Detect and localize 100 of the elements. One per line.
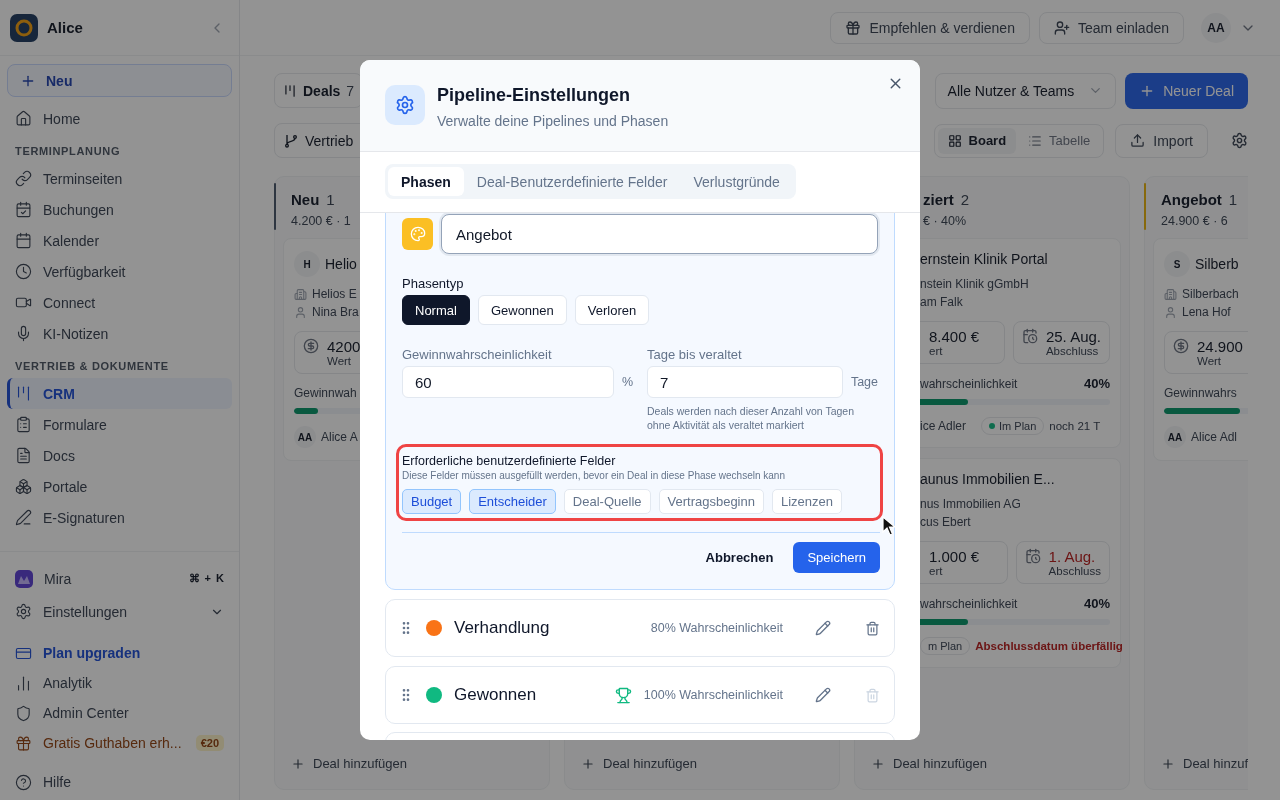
grid-icon <box>947 133 962 148</box>
nav-section-title: VERTRIEB & DOKUMENTE <box>14 359 170 374</box>
new-deal-button[interactable]: Neuer Deal <box>1125 72 1248 109</box>
person-icon <box>294 305 307 319</box>
save-button[interactable]: Speichern <box>793 542 880 573</box>
nav-item[interactable]: Portale <box>7 471 232 502</box>
nav-icon <box>15 603 32 620</box>
nav-item[interactable]: Home <box>7 103 232 134</box>
add-deal-button[interactable]: Deal hinzufügen <box>861 746 1123 781</box>
probability-value: 40% <box>1083 596 1110 611</box>
building-icon <box>1164 287 1177 301</box>
probability-input[interactable]: 60 <box>402 366 614 398</box>
dialog-tab[interactable]: Verlustgründe <box>680 167 793 196</box>
probability-label: Gewinnwahrs <box>1164 386 1237 400</box>
company-name: nstein Klinik gGmbH <box>920 277 1029 291</box>
nav-item[interactable]: Admin Center <box>7 698 232 728</box>
add-deal-button[interactable]: Deal hinzuf <box>1151 746 1248 781</box>
nav-item[interactable]: Plan upgraden <box>7 638 232 668</box>
phase-type-option[interactable]: Gewonnen <box>477 295 567 325</box>
nav-item[interactable]: Hilfe <box>7 767 232 797</box>
add-deal-button[interactable]: Deal hinzufügen <box>281 746 543 781</box>
contact-name: am Falk <box>920 295 963 309</box>
owner-avatar: AA <box>1164 426 1186 448</box>
probability-label: wahrscheinlichkeit <box>920 376 1018 391</box>
nav-icon <box>15 773 32 791</box>
deal-value: 24.900 <box>1197 338 1243 355</box>
nav-item[interactable]: Formulare <box>7 409 232 440</box>
owner-avatar: AA <box>294 426 316 448</box>
value-label: Wert <box>327 355 353 367</box>
dialog-subtitle: Verwalte deine Pipelines und Phasen <box>437 113 669 129</box>
field-chip[interactable]: Deal-Quelle <box>563 489 651 514</box>
nav-item[interactable]: Verfügbarkeit <box>7 256 232 287</box>
date-label: Abschluss <box>1048 565 1101 577</box>
nav-item[interactable]: Docs <box>7 440 232 471</box>
owner-filter[interactable]: Alle Nutzer & Teams <box>934 72 1117 109</box>
calendar-clock-icon <box>1024 548 1041 564</box>
contact-name: cus Ebert <box>920 515 971 529</box>
nav-item[interactable]: Analytik <box>7 668 232 698</box>
import-button[interactable]: Import <box>1115 123 1208 158</box>
dialog-tab[interactable]: Deal-Benutzerdefinierte Felder <box>463 167 681 196</box>
user-avatar[interactable]: AA <box>1201 12 1231 43</box>
nav-icon <box>15 447 32 464</box>
column-title: Neu <box>291 191 320 208</box>
plus-icon <box>871 756 885 771</box>
view-tab[interactable]: Board <box>937 127 1017 154</box>
field-chip[interactable]: Entscheider <box>469 489 556 514</box>
add-deal-button[interactable]: Deal hinzufügen <box>571 746 833 781</box>
list-icon <box>1028 133 1043 148</box>
top-button[interactable]: Team einladen <box>1038 11 1184 44</box>
nav-item[interactable]: Gratis Guthaben erh... €20 <box>7 728 232 758</box>
probability-label: wahrscheinlichkeit <box>920 596 1018 611</box>
view-tab[interactable]: Tabelle <box>1018 127 1101 154</box>
nav-icon <box>15 704 32 722</box>
field-chip[interactable]: Lizenzen <box>771 489 842 514</box>
help-text: Deals werden nach dieser Anzahl von Tagen ohne Aktivität als veraltet markiert <box>647 404 856 432</box>
settings-icon[interactable] <box>1231 132 1248 149</box>
cancel-button[interactable]: Abbrechen <box>693 542 786 573</box>
nav-icon <box>15 674 32 692</box>
color-picker-button[interactable] <box>402 218 433 250</box>
nav-item[interactable]: Einstellungen <box>7 595 232 628</box>
nav-item[interactable]: CRM <box>7 378 232 409</box>
due-text: noch 21 T <box>1049 420 1101 432</box>
nav-icon <box>15 201 32 218</box>
settings-icon <box>395 95 415 115</box>
deal-card[interactable]: S Silberb Silberbach Lena Hof 24.900 Wert Gewinnwahrs AA Alice Adl <box>1153 238 1248 461</box>
plus-icon <box>1161 756 1175 771</box>
phase-name-input[interactable]: Angebot <box>441 214 878 254</box>
nav-item[interactable]: Buchungen <box>7 194 232 225</box>
value-label: ert <box>929 565 944 577</box>
nav-icon <box>15 170 32 187</box>
phase-type-option[interactable]: Verloren <box>574 295 650 325</box>
edit-button[interactable] <box>815 620 831 636</box>
credit-badge: €20 <box>195 735 224 751</box>
delete-button[interactable] <box>865 620 880 636</box>
phase-name: Verhandlung <box>454 618 551 638</box>
new-button[interactable]: Neu <box>7 64 232 97</box>
nav-item[interactable]: KI-Notizen <box>7 318 232 349</box>
nav-item[interactable]: Terminseiten <box>7 163 232 194</box>
nav-item[interactable]: Mira ⌘ + K <box>7 562 232 595</box>
nav-icon <box>15 232 32 249</box>
nav-icon <box>15 325 32 342</box>
field-label: Tage bis veraltet <box>647 347 743 362</box>
dialog-title: Pipeline-Einstellungen <box>437 85 632 106</box>
column-summary: € · 40% <box>923 214 968 228</box>
company-avatar: H <box>294 251 320 277</box>
edit-button[interactable] <box>815 687 831 703</box>
phase-name: Gewonnen <box>454 685 538 705</box>
nav-item[interactable]: Connect <box>7 287 232 318</box>
dialog-tab[interactable]: Phasen <box>388 167 464 196</box>
nav-item[interactable]: Kalender <box>7 225 232 256</box>
phase-type-option[interactable]: Normal <box>402 295 470 325</box>
deal-value: 8.400 € <box>929 328 980 345</box>
field-chip[interactable]: Budget <box>402 489 462 514</box>
field-chip[interactable]: Vertragsbeginn <box>658 489 764 514</box>
branch-icon <box>283 132 299 149</box>
top-button[interactable]: Empfehlen & verdienen <box>830 11 1030 44</box>
nav-item[interactable]: E-Signaturen <box>7 502 232 533</box>
pencil-icon <box>815 620 831 636</box>
plus-icon <box>581 756 595 771</box>
days-input[interactable]: 7 <box>647 366 843 398</box>
